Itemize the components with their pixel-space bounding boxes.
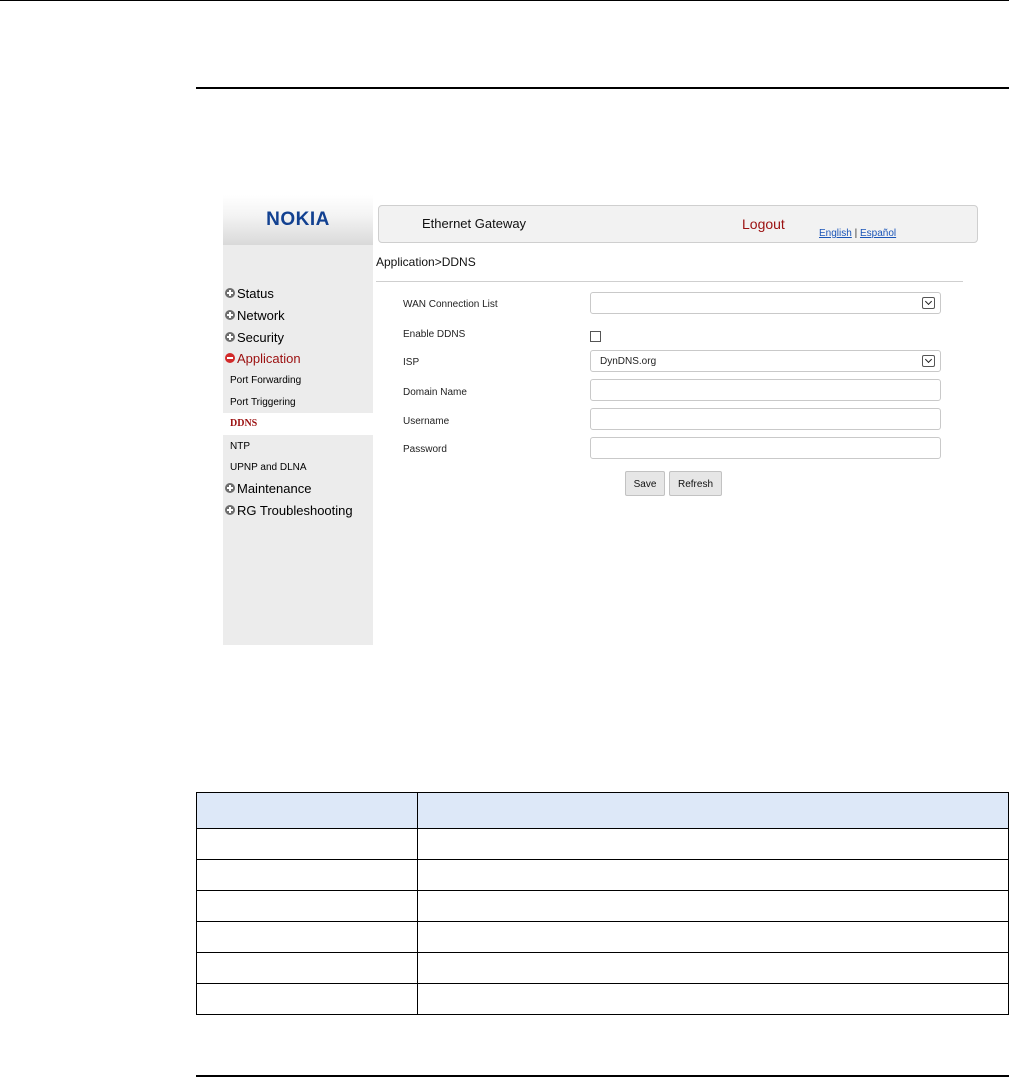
table-row [196, 828, 1009, 860]
gateway-title: Ethernet Gateway [422, 216, 527, 231]
table-row [196, 983, 1009, 1015]
nokia-logo: NOKIA [266, 209, 330, 230]
table-header-cell [417, 792, 1009, 829]
sidebar-item-status[interactable]: Status [223, 283, 373, 305]
table-cell [196, 983, 418, 1015]
gateway-screenshot: NOKIA Status Network Security Applicatio… [223, 195, 983, 647]
table-row [196, 859, 1009, 891]
lang-espanol-link[interactable]: Español [860, 228, 896, 239]
sidebar-item-security[interactable]: Security [223, 327, 373, 349]
isp-select[interactable]: DynDNS.org [590, 350, 941, 372]
isp-value: DynDNS.org [600, 356, 657, 367]
expand-plus-icon [225, 483, 235, 493]
table-row [196, 890, 1009, 922]
password-label: Password [403, 444, 447, 455]
sidebar: NOKIA Status Network Security Applicatio… [223, 195, 373, 645]
table-cell [417, 952, 1009, 984]
sidebar-item-rg-troubleshooting[interactable]: RG Troubleshooting [223, 500, 373, 522]
lang-separator: | [854, 228, 858, 239]
domain-name-input[interactable] [590, 379, 941, 401]
wan-connection-label: WAN Connection List [403, 299, 498, 310]
parameter-table [196, 792, 1009, 1015]
document-page: NOKIA Status Network Security Applicatio… [0, 0, 1009, 1087]
sidebar-subitem-ddns[interactable]: DDNS [230, 414, 257, 434]
sidebar-item-network[interactable]: Network [223, 305, 373, 327]
sidebar-item-label: Network [237, 308, 285, 323]
table-cell [196, 890, 418, 922]
expand-plus-icon [225, 505, 235, 515]
username-input[interactable] [590, 408, 941, 430]
sidebar-item-label: Application [237, 351, 301, 366]
save-button[interactable]: Save [625, 471, 665, 496]
table-cell [417, 921, 1009, 953]
isp-label: ISP [403, 357, 420, 368]
footer-rule [196, 1075, 1009, 1077]
top-bar: Ethernet Gateway Logout English | Españo… [378, 205, 978, 243]
username-label: Username [403, 416, 450, 427]
table-cell [417, 859, 1009, 891]
table-cell [196, 859, 418, 891]
sidebar-item-application[interactable]: Application [223, 348, 373, 370]
table-row [196, 921, 1009, 953]
sidebar-subitem-upnp-dlna[interactable]: UPNP and DLNA [230, 458, 307, 478]
logo-box: NOKIA [223, 195, 373, 245]
sidebar-item-label: Status [237, 286, 274, 301]
table-cell [196, 828, 418, 860]
table-cell [196, 921, 418, 953]
table-cell [196, 952, 418, 984]
breadcrumb-divider [376, 281, 963, 282]
chevron-down-icon [922, 355, 935, 367]
sidebar-item-label: Maintenance [237, 481, 312, 496]
collapse-minus-icon [225, 353, 235, 363]
breadcrumb: Application>DDNS [376, 255, 476, 269]
expand-plus-icon [225, 332, 235, 342]
sidebar-subitem-port-triggering[interactable]: Port Triggering [230, 393, 296, 413]
table-cell [417, 890, 1009, 922]
sidebar-item-maintenance[interactable]: Maintenance [223, 478, 373, 500]
refresh-button[interactable]: Refresh [669, 471, 722, 496]
table-header-row [196, 792, 1009, 829]
table-header-cell [196, 792, 418, 829]
table-row [196, 952, 1009, 984]
lang-english-link[interactable]: English [819, 228, 852, 239]
enable-ddns-checkbox[interactable] [590, 331, 601, 342]
logout-link[interactable]: Logout [742, 216, 785, 232]
expand-plus-icon [225, 288, 235, 298]
table-cell [417, 828, 1009, 860]
sidebar-subitem-ntp[interactable]: NTP [230, 437, 250, 457]
chevron-down-icon [922, 297, 935, 309]
enable-ddns-label: Enable DDNS [403, 329, 466, 340]
sidebar-item-label: Security [237, 330, 284, 345]
password-input[interactable] [590, 437, 941, 459]
top-rule [0, 0, 1009, 1]
language-switcher: English | Español [819, 228, 896, 239]
expand-plus-icon [225, 310, 235, 320]
wan-connection-select[interactable] [590, 292, 941, 314]
header-rule [196, 87, 1009, 89]
table-cell [417, 983, 1009, 1015]
sidebar-subitem-port-forwarding[interactable]: Port Forwarding [230, 371, 301, 391]
sidebar-item-label: RG Troubleshooting [237, 503, 353, 518]
domain-name-label: Domain Name [403, 387, 467, 398]
